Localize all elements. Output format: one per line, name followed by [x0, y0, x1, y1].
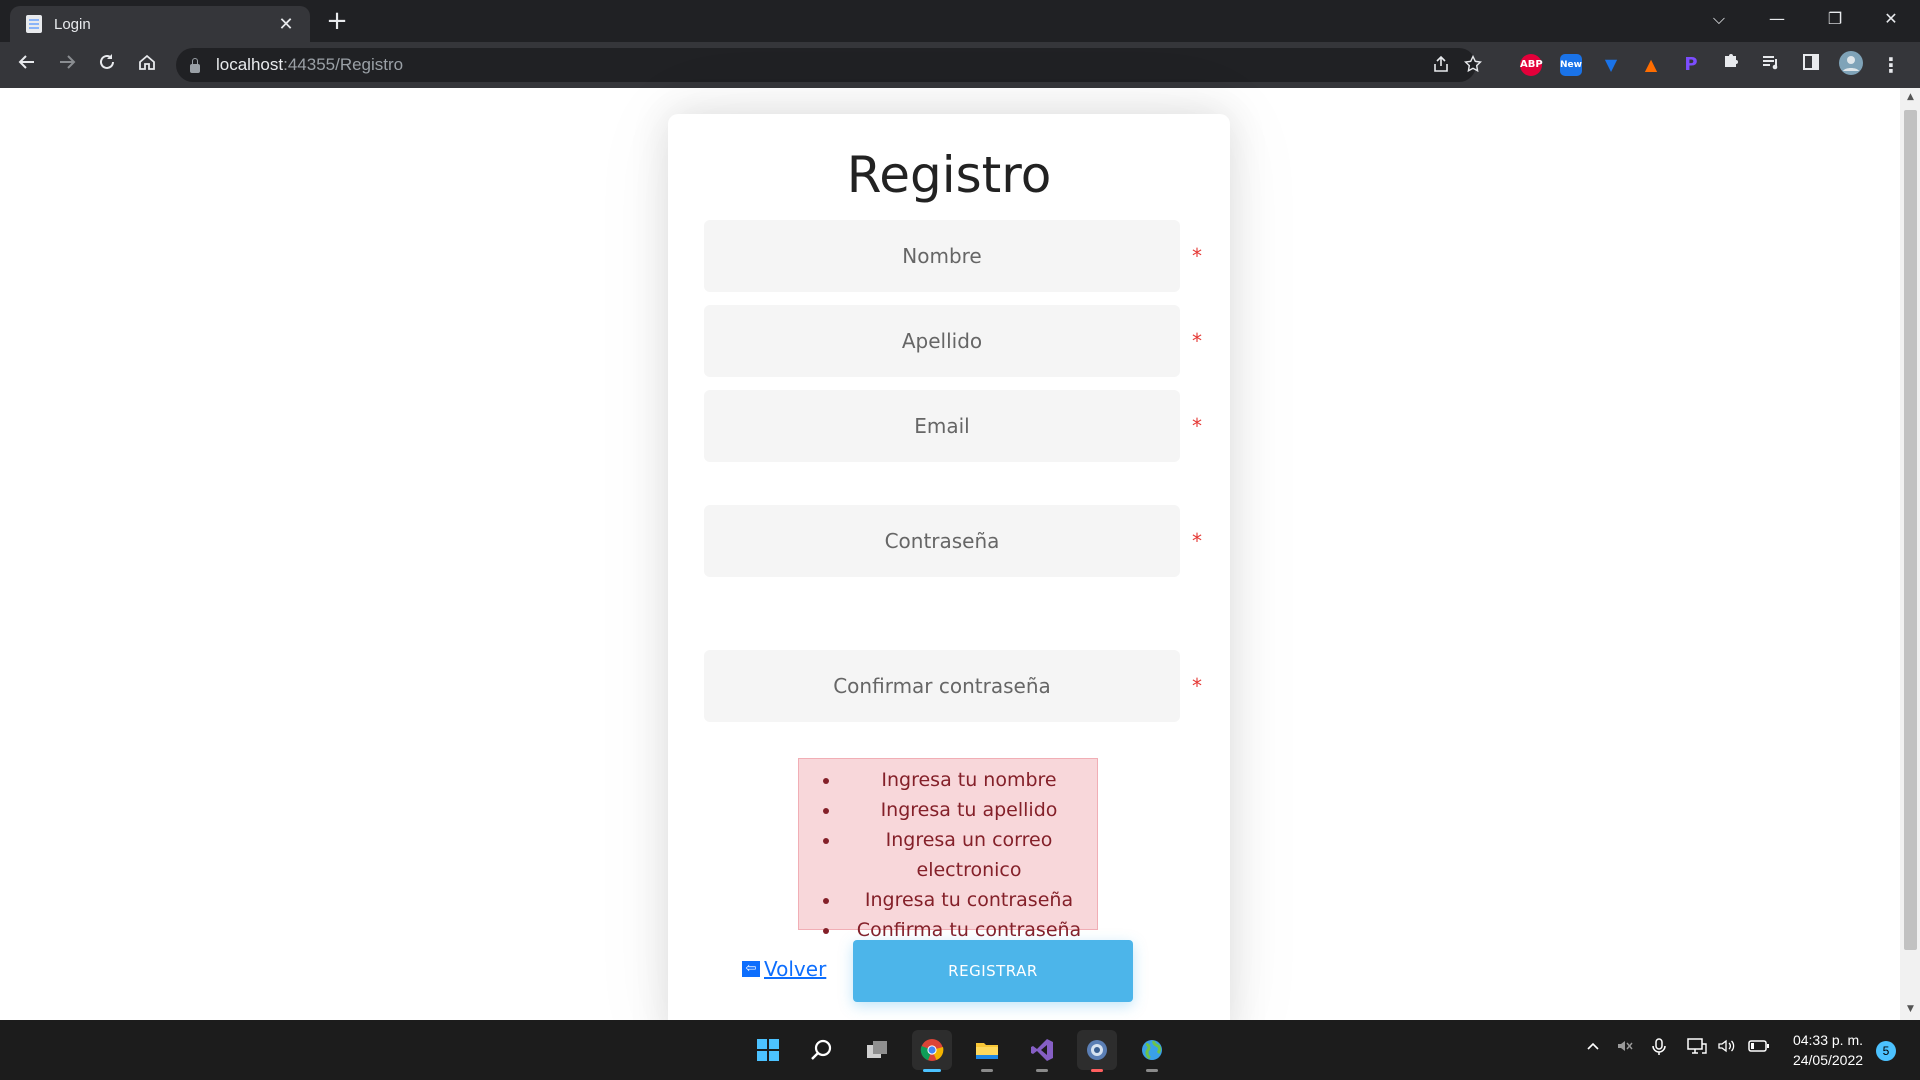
running-indicator	[1036, 1069, 1048, 1072]
profile-avatar[interactable]	[1836, 50, 1866, 80]
required-marker: *	[1192, 329, 1202, 353]
browser-tab-bar: Login ✕ + ⌵ — ❐ ✕	[0, 0, 1920, 42]
visual-studio-icon[interactable]	[1022, 1030, 1062, 1072]
home-icon[interactable]	[132, 50, 162, 80]
show-hidden-icons-icon[interactable]	[1582, 1038, 1604, 1058]
back-arrow-icon[interactable]	[12, 50, 42, 80]
running-indicator	[1091, 1069, 1103, 1072]
clock-date: 24/05/2022	[1792, 1052, 1864, 1068]
puzzle-extensions-icon[interactable]	[1716, 50, 1746, 80]
side-panel-icon[interactable]	[1796, 50, 1826, 80]
register-button[interactable]: REGISTRAR	[853, 940, 1133, 1002]
chrome-taskbar-icon[interactable]	[912, 1030, 952, 1072]
microphone-icon[interactable]	[1648, 1038, 1670, 1060]
p-extension-icon[interactable]: P	[1680, 54, 1702, 76]
media-queue-icon[interactable]	[1756, 50, 1786, 80]
page-title: Registro	[846, 146, 1052, 204]
nombre-input[interactable]	[704, 220, 1180, 292]
active-indicator	[923, 1069, 941, 1072]
required-marker: *	[1192, 529, 1202, 553]
browser-toolbar: localhost:44355/Registro ABP New ▼ ▲ P ⋮	[0, 42, 1920, 88]
register-card: Registro * * * * * Ingresa tu nombre Ing…	[668, 114, 1230, 1044]
speaker-muted-tray-icon[interactable]	[1614, 1038, 1636, 1058]
browser-tab[interactable]: Login ✕	[10, 6, 310, 42]
clock-time: 04:33 p. m.	[1792, 1032, 1864, 1048]
globe-app-icon[interactable]	[1132, 1030, 1172, 1072]
required-marker: *	[1192, 414, 1202, 438]
password-input[interactable]	[704, 505, 1180, 577]
bookmark-star-icon[interactable]	[1462, 54, 1484, 78]
volume-icon[interactable]	[1716, 1038, 1738, 1058]
url-text[interactable]: localhost:44355/Registro	[216, 55, 403, 75]
validation-error: Ingresa tu contraseña	[841, 885, 1097, 915]
apellido-input[interactable]	[704, 305, 1180, 377]
search-icon[interactable]	[802, 1030, 842, 1070]
back-arrow-icon: ⇦	[742, 961, 760, 977]
tab-search-icon[interactable]: ⌵	[1690, 0, 1748, 38]
scroll-up-icon[interactable]: ▲	[1904, 92, 1917, 102]
close-window-button[interactable]: ✕	[1862, 0, 1920, 38]
address-bar[interactable]: localhost:44355/Registro	[176, 48, 1483, 82]
share-icon[interactable]	[1430, 55, 1452, 78]
reload-icon[interactable]	[92, 50, 122, 80]
new-extension-icon[interactable]: New	[1560, 54, 1582, 76]
new-tab-button[interactable]: +	[322, 6, 352, 36]
page-icon	[26, 15, 42, 33]
back-link-label: Volver	[764, 957, 827, 981]
minimize-button[interactable]: —	[1748, 0, 1806, 38]
notification-badge[interactable]: 5	[1876, 1041, 1896, 1061]
rocket-extension-icon[interactable]: ▲	[1640, 54, 1662, 76]
scroll-down-icon[interactable]: ▼	[1904, 1004, 1917, 1014]
start-windows-icon[interactable]	[748, 1030, 788, 1070]
tab-title: Login	[54, 15, 91, 33]
email-input[interactable]	[704, 390, 1180, 462]
system-clock[interactable]: 04:33 p. m. 24/05/2022	[1780, 1030, 1876, 1070]
restore-button[interactable]: ❐	[1806, 0, 1864, 38]
lock-icon[interactable]	[190, 57, 200, 73]
app-taskbar-icon[interactable]	[1077, 1030, 1117, 1072]
validation-error: Ingresa tu nombre	[841, 765, 1097, 795]
required-marker: *	[1192, 674, 1202, 698]
file-explorer-icon[interactable]	[967, 1030, 1007, 1072]
taskbar: 04:33 p. m. 24/05/2022 5	[0, 1020, 1920, 1080]
validation-error: Ingresa un correo electronico	[841, 825, 1097, 885]
running-indicator	[981, 1069, 993, 1072]
validation-error: Ingresa tu apellido	[841, 795, 1097, 825]
shield-extension-icon[interactable]: ▼	[1600, 54, 1622, 76]
required-marker: *	[1192, 244, 1202, 268]
validation-summary: Ingresa tu nombre Ingresa tu apellido In…	[798, 758, 1098, 941]
running-indicator	[1146, 1069, 1158, 1072]
forward-arrow-icon[interactable]	[52, 50, 82, 80]
confirm-password-input[interactable]	[704, 650, 1180, 722]
tab-close-icon[interactable]: ✕	[276, 14, 296, 35]
browser-menu-icon[interactable]: ⋮	[1876, 50, 1906, 80]
task-view-icon[interactable]	[857, 1030, 897, 1070]
network-icon[interactable]	[1686, 1038, 1708, 1058]
battery-icon[interactable]	[1748, 1038, 1770, 1057]
abp-extension-icon[interactable]: ABP	[1520, 54, 1543, 76]
scrollbar-thumb[interactable]	[1904, 110, 1917, 950]
back-link[interactable]: ⇦ Volver	[742, 957, 826, 981]
